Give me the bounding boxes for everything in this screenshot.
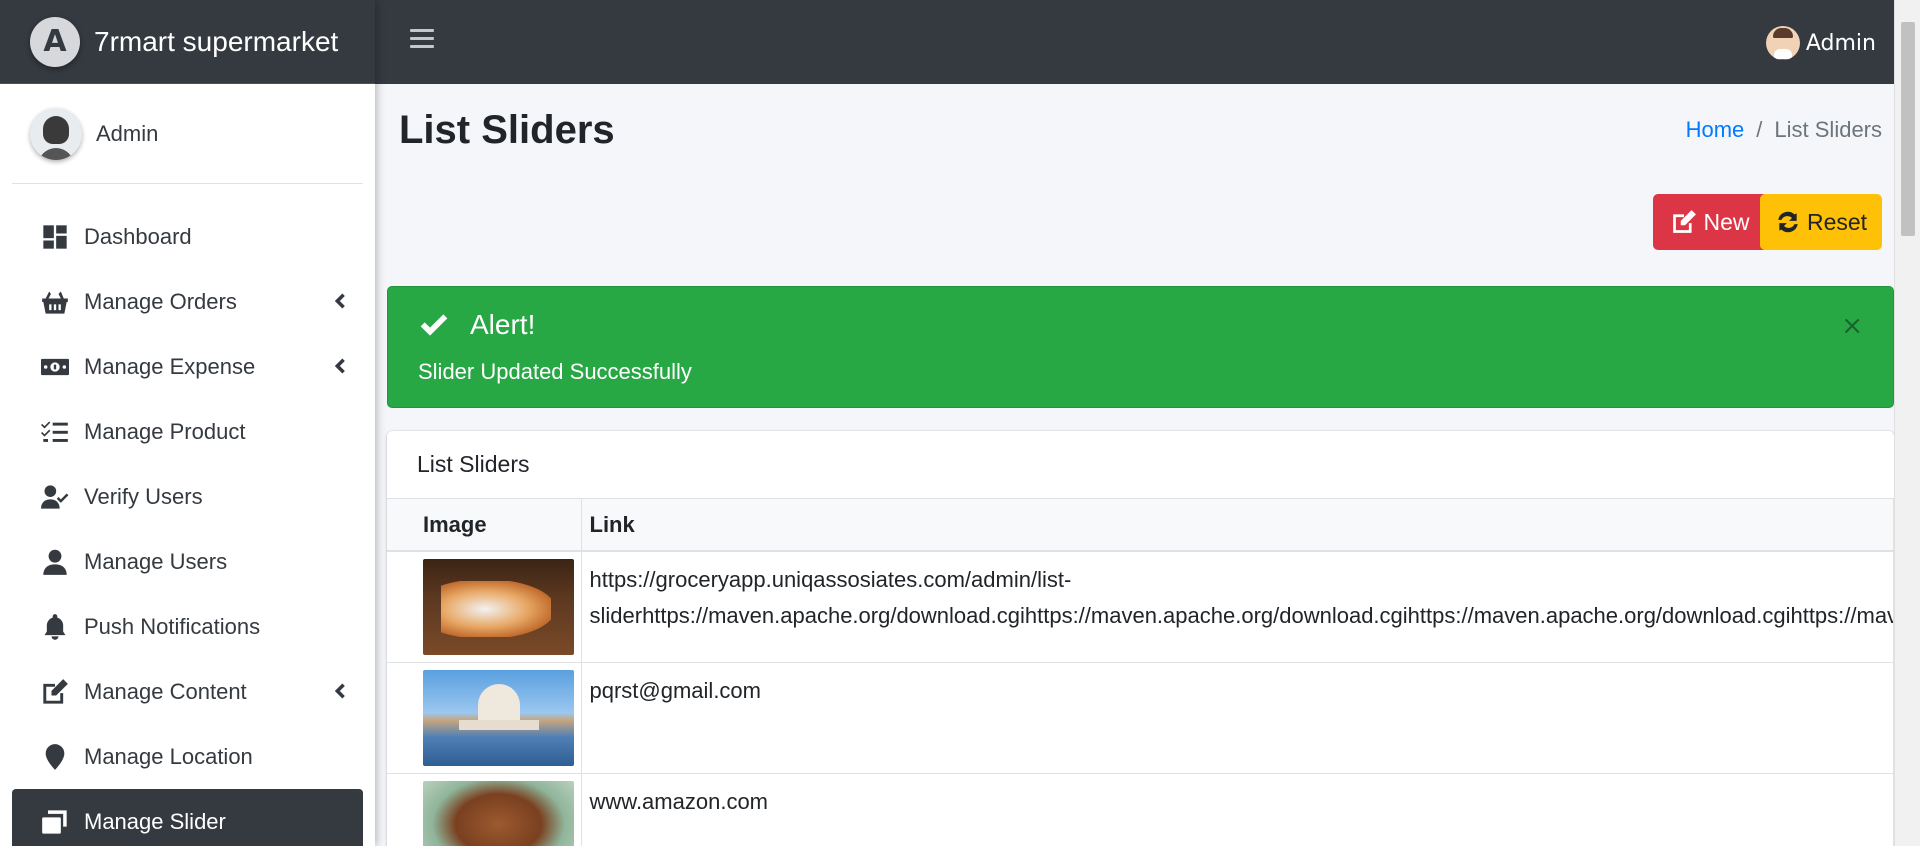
table-row: https://groceryapp.uniqassosiates.com/ad…	[387, 551, 1894, 663]
top-navbar: Admin	[375, 0, 1894, 84]
image-cell	[387, 662, 582, 774]
slider-image-cat[interactable]	[423, 559, 574, 655]
scrollbar-thumb[interactable]	[1901, 22, 1915, 236]
alert-title: Alert!	[470, 309, 536, 340]
alert-heading: Alert!	[418, 309, 535, 341]
sidebar-item-manage-location[interactable]: Manage Location	[12, 724, 363, 789]
chevron-left-icon	[329, 356, 349, 376]
breadcrumb-current: List Sliders	[1774, 117, 1882, 142]
sidebar-item-manage-slider[interactable]: Manage Slider	[12, 789, 363, 846]
main-sidebar: A 7rmart supermarket Admin Dashboard Man…	[0, 0, 375, 846]
brand-logo-letter: A	[43, 24, 67, 59]
money-bill-icon	[40, 352, 70, 382]
tasks-icon	[40, 417, 70, 447]
bell-icon	[40, 612, 70, 642]
alert-message: Slider Updated Successfully	[418, 359, 692, 384]
sidebar-item-manage-orders[interactable]: Manage Orders	[12, 269, 363, 334]
sidebar-item-manage-expense[interactable]: Manage Expense	[12, 334, 363, 399]
sidebar-item-label: Manage Content	[84, 678, 247, 704]
new-button[interactable]: New	[1653, 194, 1768, 250]
navbar-avatar	[1765, 26, 1800, 60]
edit-icon	[1673, 210, 1697, 233]
link-text: sliderhttps://maven.apache.org/download.…	[589, 603, 1893, 628]
image-cell	[387, 773, 582, 846]
user-check-icon	[40, 482, 70, 512]
sidebar-item-label: Verify Users	[84, 483, 203, 509]
brand-link[interactable]: A 7rmart supermarket	[0, 0, 375, 84]
sidebar-item-manage-users[interactable]: Manage Users	[12, 529, 363, 594]
link-text: www.amazon.com	[589, 789, 769, 814]
link-cell: pqrst@gmail.com	[581, 662, 1894, 774]
link-text: pqrst@gmail.com	[589, 678, 762, 703]
sidebar-item-manage-product[interactable]: Manage Product	[12, 399, 363, 464]
sidebar-item-label: Manage Location	[84, 743, 253, 769]
sidebar-item-verify-users[interactable]: Verify Users	[12, 464, 363, 529]
page-title: List Sliders	[399, 108, 615, 152]
slider-image-food[interactable]	[423, 781, 574, 846]
column-header-link: Link	[581, 499, 1894, 552]
table-row: pqrst@gmail.com	[387, 662, 1894, 774]
link-text: https://groceryapp.uniqassosiates.com/ad…	[589, 567, 1072, 592]
content-wrapper: List Sliders Home / List Sliders New Reset…	[375, 84, 1894, 846]
sliders-table: Image Link https://groceryapp.uniqassosi…	[387, 499, 1894, 846]
column-header-image: Image	[387, 499, 582, 552]
sidebar-item-label: Push Notifications	[84, 613, 261, 639]
link-cell: https://groceryapp.uniqassosiates.com/ad…	[581, 551, 1894, 663]
sidebar-item-label: Manage Users	[84, 548, 228, 574]
navbar-user-menu[interactable]: Admin	[1765, 26, 1876, 60]
card-title: List Sliders	[387, 431, 1894, 499]
edit-icon	[40, 677, 70, 707]
chevron-left-icon	[329, 681, 349, 701]
sliders-card: List Sliders Image Link https://grocerya…	[387, 431, 1894, 846]
sidebar-item-label: Manage Orders	[84, 288, 237, 314]
user-icon	[40, 547, 70, 577]
basket-icon	[40, 287, 70, 317]
map-marker-icon	[40, 742, 70, 772]
brand-logo: A	[30, 16, 80, 67]
table-header-row: Image Link	[387, 499, 1894, 552]
user-avatar	[30, 107, 82, 160]
sidebar-item-push-notifications[interactable]: Push Notifications	[12, 594, 363, 659]
link-cell: www.amazon.com	[581, 773, 1894, 846]
slider-image-taj-mahal[interactable]	[423, 670, 574, 766]
sidebar-item-label: Manage Expense	[84, 353, 256, 379]
new-button-label: New	[1703, 208, 1750, 235]
navbar-user-name[interactable]: Admin	[1806, 31, 1876, 56]
sidebar-item-dashboard[interactable]: Dashboard	[12, 204, 363, 269]
table-row: www.amazon.com	[387, 773, 1894, 846]
sidebar-item-label: Dashboard	[84, 223, 192, 249]
alert-close-button[interactable]: ×	[1841, 311, 1863, 341]
breadcrumb-separator: /	[1756, 117, 1763, 142]
image-cell	[387, 551, 582, 663]
sync-icon	[1778, 211, 1798, 233]
breadcrumb: Home / List Sliders	[1686, 117, 1882, 143]
chevron-left-icon	[329, 291, 349, 311]
sidebar-item-label: Manage Slider	[84, 808, 226, 834]
sidebar-item-label: Manage Product	[84, 418, 246, 444]
window-restore-icon	[40, 807, 70, 837]
sidebar-item-manage-content[interactable]: Manage Content	[12, 659, 363, 724]
user-name[interactable]: Admin	[96, 121, 158, 147]
sidebar-nav: Dashboard Manage Orders Manage Expense M…	[0, 184, 375, 846]
reset-button-label: Reset	[1806, 208, 1868, 235]
check-icon	[420, 314, 448, 336]
reset-button[interactable]: Reset	[1760, 194, 1882, 250]
dashboard-icon	[40, 222, 70, 252]
user-panel[interactable]: Admin	[12, 84, 363, 184]
page-scrollbar[interactable]	[1894, 0, 1920, 846]
breadcrumb-home-link[interactable]: Home	[1686, 117, 1745, 142]
menu-toggle-icon[interactable]	[410, 29, 434, 51]
brand-name: 7rmart supermarket	[94, 25, 339, 57]
success-alert: Alert! Slider Updated Successfully ×	[387, 286, 1894, 408]
